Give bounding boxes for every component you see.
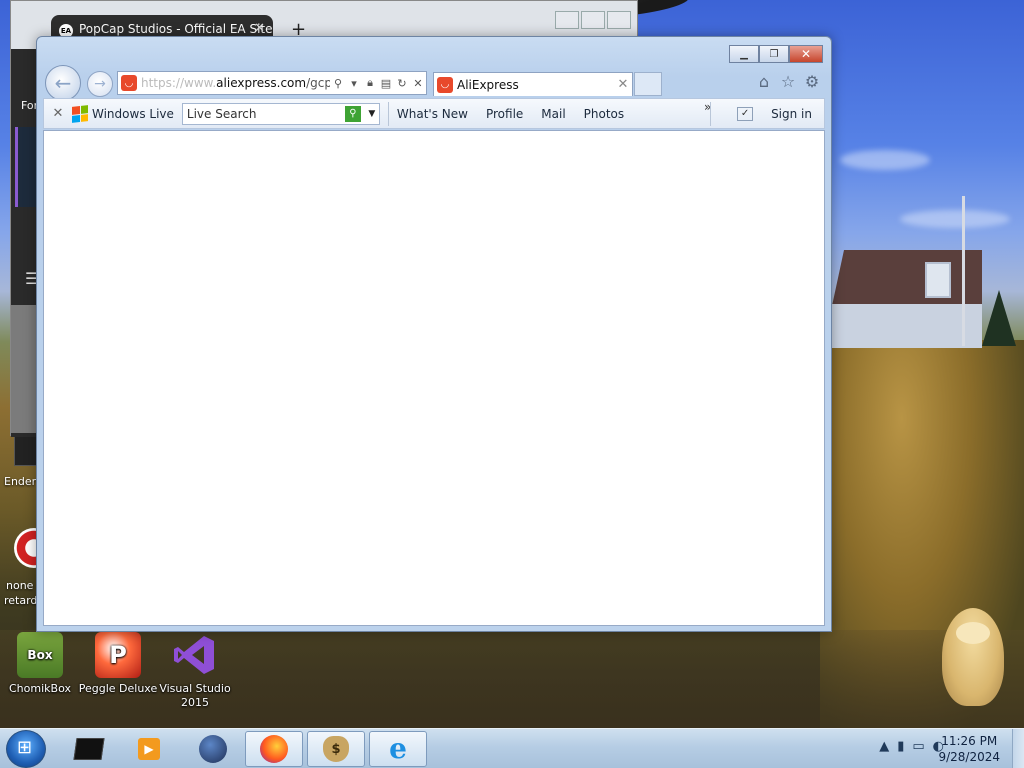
search-go-icon[interactable]: ⚲ xyxy=(344,105,361,122)
desktop-icon-peggle[interactable]: P Peggle Deluxe xyxy=(78,632,158,696)
forward-button[interactable]: → xyxy=(87,71,113,97)
live-search-box[interactable]: Live Search ⚲ ▼ xyxy=(181,102,380,125)
new-tab-button[interactable] xyxy=(634,72,662,96)
start-button[interactable] xyxy=(6,730,46,768)
page-content-area[interactable] xyxy=(43,130,825,626)
search-icon[interactable]: ⚲ xyxy=(330,77,346,90)
system-tray: ▲ ▮ ▭ ◐ xyxy=(879,739,944,754)
profile-link[interactable]: Profile xyxy=(486,107,523,121)
close-button[interactable] xyxy=(607,11,631,29)
tab-close-icon[interactable]: ✕ xyxy=(614,77,632,92)
taskbar-media-player-icon[interactable]: ▶ xyxy=(120,731,178,767)
desktop-icon-label: Peggle Deluxe xyxy=(78,682,158,695)
forward-arrow-icon: → xyxy=(94,76,106,92)
tray-app-icon[interactable]: ▮ xyxy=(897,739,904,754)
address-url[interactable]: https://www.aliexpress.com/gcp/3t xyxy=(141,76,330,90)
tab-title: AliExpress xyxy=(457,77,519,92)
toolbar-close-icon[interactable]: ✕ xyxy=(44,106,72,121)
compatibility-view-icon[interactable]: ▤ xyxy=(378,77,394,90)
url-scheme: https://www. xyxy=(141,76,217,90)
taskbar: ▶ $ e ▲ ▮ ▭ ◐ 11:26 PM 9/28/2024 xyxy=(0,728,1024,768)
desktop-icon-visual-studio[interactable]: Visual Studio 2015 xyxy=(155,632,235,710)
house-wall xyxy=(832,304,982,348)
minimize-button[interactable] xyxy=(555,11,579,29)
aliexpress-favicon-icon: ◡ xyxy=(121,75,137,91)
restore-button[interactable]: ❐ xyxy=(759,45,789,63)
flagpole xyxy=(962,196,965,346)
mail-link[interactable]: Mail xyxy=(541,107,565,121)
taskbar-money-bag-icon[interactable]: $ xyxy=(307,731,365,767)
clock-time: 11:26 PM xyxy=(941,734,998,748)
back-arrow-icon: ← xyxy=(54,71,72,95)
desktop-icon-label-retard: retard xyxy=(4,594,38,607)
show-desktop-button[interactable] xyxy=(1012,729,1024,768)
address-bar[interactable]: ◡ https://www.aliexpress.com/gcp/3t ⚲ ▾ … xyxy=(117,71,427,95)
internet-explorer-window[interactable]: ▁ ❐ ✕ ← → ◡ https://www.aliexpress.com/g… xyxy=(36,36,832,632)
taskbar-internet-explorer-icon[interactable]: e xyxy=(369,731,427,767)
taskbar-globe-icon[interactable] xyxy=(184,731,242,767)
peggle-icon: P xyxy=(95,632,141,678)
background-tab-title: PopCap Studios - Official EA Site xyxy=(79,22,273,36)
desktop-icon-label-none: none xyxy=(6,579,34,592)
desktop-icon-label: ChomikBox xyxy=(9,682,71,695)
whats-new-link[interactable]: What's New xyxy=(397,107,468,121)
dropdown-arrow-icon[interactable]: ▾ xyxy=(346,77,362,90)
url-path: /gcp/3t xyxy=(306,76,330,90)
windows-live-link[interactable]: Windows Live xyxy=(92,107,174,121)
network-icon[interactable]: ▭ xyxy=(912,739,924,754)
gear-icon[interactable]: ⚙ xyxy=(803,73,821,91)
cloud xyxy=(900,210,1010,228)
window-caption-buttons: ▁ ❐ ✕ xyxy=(729,45,823,63)
toolbar-divider xyxy=(710,101,712,126)
stop-icon[interactable]: ✕ xyxy=(410,77,426,90)
maximize-button[interactable] xyxy=(581,11,605,29)
close-button[interactable]: ✕ xyxy=(789,45,823,63)
minimize-button[interactable]: ▁ xyxy=(729,45,759,63)
taskbar-clock[interactable]: 11:26 PM 9/28/2024 xyxy=(938,733,1000,765)
toolbar-divider xyxy=(387,101,389,126)
show-hidden-icons-icon[interactable]: ▲ xyxy=(879,739,889,754)
desktop-icon-label: Visual Studio 2015 xyxy=(159,682,231,709)
tab-aliexpress[interactable]: ◡ AliExpress ✕ xyxy=(433,72,633,96)
windows-live-toolbar: ✕ Windows Live Live Search ⚲ ▼ What's Ne… xyxy=(43,98,825,129)
checkbox-icon[interactable]: ✓ xyxy=(737,106,754,121)
aliexpress-favicon-icon: ◡ xyxy=(437,76,453,93)
background-window-controls xyxy=(555,11,631,29)
taskbar-window-app-icon[interactable] xyxy=(60,731,118,767)
sign-in-link[interactable]: Sign in xyxy=(771,107,812,121)
url-host: aliexpress.com xyxy=(216,76,307,90)
windows-logo-icon xyxy=(72,104,88,123)
pine-tree xyxy=(982,290,1016,346)
favorites-star-icon[interactable]: ☆ xyxy=(779,73,797,91)
toolbar-right: ✓ Sign in xyxy=(702,99,824,128)
cloud xyxy=(840,150,930,170)
visual-studio-icon xyxy=(172,632,218,678)
desktop-icon-label-ender: Ender xyxy=(4,475,37,488)
taskbar-firefox-icon[interactable] xyxy=(245,731,303,767)
close-icon[interactable]: ✕ xyxy=(254,21,265,36)
photos-link[interactable]: Photos xyxy=(584,107,624,121)
hamster-gadget[interactable] xyxy=(942,608,1004,706)
refresh-icon[interactable]: ↻ xyxy=(394,77,410,90)
chevron-down-icon[interactable]: ▼ xyxy=(365,109,379,119)
ie-toolbar-icons: ⌂ ☆ ⚙ xyxy=(755,73,821,91)
desktop-icon-chomikbox[interactable]: Box ChomikBox xyxy=(0,632,80,696)
clock-date: 9/28/2024 xyxy=(938,750,1000,764)
lock-icon[interactable]: 🔒︎ xyxy=(362,76,378,90)
house-dormer xyxy=(925,262,951,298)
home-icon[interactable]: ⌂ xyxy=(755,73,773,91)
back-button[interactable]: ← xyxy=(45,65,81,101)
house-roof xyxy=(832,250,982,306)
chomikbox-icon: Box xyxy=(17,632,63,678)
live-search-input[interactable]: Live Search xyxy=(187,107,345,121)
